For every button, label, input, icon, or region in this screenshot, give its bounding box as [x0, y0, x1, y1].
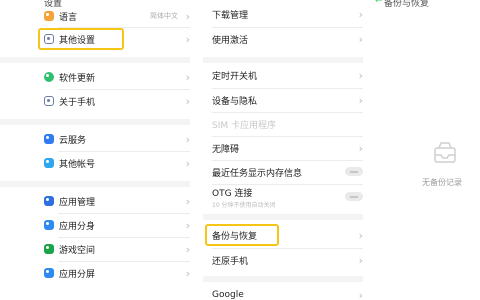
settings-item-device-privacy[interactable]: 设备与隐私 › [212, 89, 363, 111]
backup-restore-panel: ← 备份与恢复 无备份记录 [370, 0, 480, 300]
settings-item-google[interactable]: Google › [212, 284, 363, 300]
chevron-right-icon: › [358, 32, 363, 46]
item-label: 其他帐号 [59, 159, 96, 170]
item-label: 定时开关机 [212, 71, 258, 82]
chevron-right-icon: › [358, 68, 363, 82]
settings-item-split-screen[interactable]: 应用分屏 › [44, 262, 190, 284]
settings-item-accessibility[interactable]: 无障碍 › [212, 137, 363, 159]
section-gap [203, 276, 363, 282]
section-gap [203, 57, 363, 63]
item-label: 设备与隐私 [212, 96, 258, 107]
chevron-right-icon: › [185, 266, 190, 280]
chevron-right-icon: › [358, 288, 363, 300]
item-label: 关于手机 [59, 97, 96, 108]
settings-item-other-accounts[interactable]: 其他帐号 › [44, 152, 190, 174]
highlight-box [38, 28, 124, 50]
chevron-right-icon: › [185, 70, 190, 84]
settings-panel: 设置 语言 简体中文 › 其他设置 › 软件更新 › 关于手机 › 云服务 › … [0, 0, 190, 300]
section-gap [0, 119, 190, 125]
chevron-right-icon: › [185, 94, 190, 108]
section-gap [203, 214, 363, 220]
settings-item-language[interactable]: 语言 简体中文 › [44, 5, 190, 27]
settings-item-app-clone[interactable]: 应用分身 › [44, 214, 190, 236]
item-label: 无障碍 [212, 144, 240, 155]
item-label: 应用分屏 [59, 269, 96, 280]
otg-toggle[interactable] [345, 192, 363, 201]
settings-item-software-update[interactable]: 软件更新 › [44, 66, 190, 88]
otg-description: 10 分钟不使用自动关闭 [212, 202, 276, 209]
page-title: 备份与恢复 [384, 0, 430, 9]
chevron-right-icon: › [185, 132, 190, 146]
settings-item-download-management[interactable]: 下载管理 › [212, 3, 363, 25]
item-label: 应用分身 [59, 221, 96, 232]
settings-item-usage-activation[interactable]: 使用激活 › [212, 28, 363, 50]
settings-item-cloud-service[interactable]: 云服务 › [44, 128, 190, 150]
settings-item-otg[interactable]: OTG 连接 [212, 183, 363, 201]
item-label: 最近任务显示内存信息 [212, 168, 303, 179]
item-label: 游戏空间 [59, 245, 96, 256]
item-label: 应用管理 [59, 197, 96, 208]
settings-item-app-management[interactable]: 应用管理 › [44, 190, 190, 212]
item-label: Google [212, 290, 244, 300]
chevron-right-icon: › [358, 253, 363, 267]
chevron-right-icon: › [358, 93, 363, 107]
chevron-right-icon: › [358, 141, 363, 155]
item-label: 语言 [59, 12, 78, 23]
chevron-right-icon: › [185, 156, 190, 170]
section-gap [0, 181, 190, 187]
back-arrow-icon[interactable]: ← [375, 0, 383, 6]
item-label: OTG 连接 [212, 188, 253, 199]
settings-item-about-phone[interactable]: 关于手机 › [44, 90, 190, 112]
item-label: 下载管理 [212, 10, 249, 21]
item-label: 使用激活 [212, 35, 249, 46]
chevron-right-icon: › [185, 218, 190, 232]
memory-info-toggle[interactable] [345, 167, 363, 176]
settings-item-scheduled-power[interactable]: 定时开关机 › [212, 64, 363, 86]
chevron-right-icon: › [185, 242, 190, 256]
highlight-box [205, 224, 279, 246]
chevron-right-icon: › [185, 194, 190, 208]
item-label: 云服务 [59, 135, 87, 146]
empty-inbox-icon [434, 142, 456, 163]
chevron-right-icon: › [185, 32, 190, 46]
item-label: 还原手机 [212, 256, 249, 267]
empty-state-text: 无备份记录 [422, 178, 462, 187]
chevron-right-icon: › [358, 7, 363, 21]
settings-item-recent-tasks-memory[interactable]: 最近任务显示内存信息 [212, 161, 363, 183]
settings-item-reset-phone[interactable]: 还原手机 › [212, 249, 363, 271]
language-value: 简体中文 [150, 12, 178, 20]
settings-item-game-space[interactable]: 游戏空间 › [44, 238, 190, 260]
chevron-right-icon: › [185, 9, 190, 23]
other-settings-panel: 下载管理 › 使用激活 › 定时开关机 › 设备与隐私 › SIM 卡应用程序 … [203, 0, 363, 300]
item-label: 软件更新 [59, 73, 96, 84]
settings-item-sim-apps: SIM 卡应用程序 [212, 113, 363, 135]
chevron-right-icon: › [358, 228, 363, 242]
item-label: SIM 卡应用程序 [212, 120, 276, 131]
section-gap [0, 57, 190, 63]
